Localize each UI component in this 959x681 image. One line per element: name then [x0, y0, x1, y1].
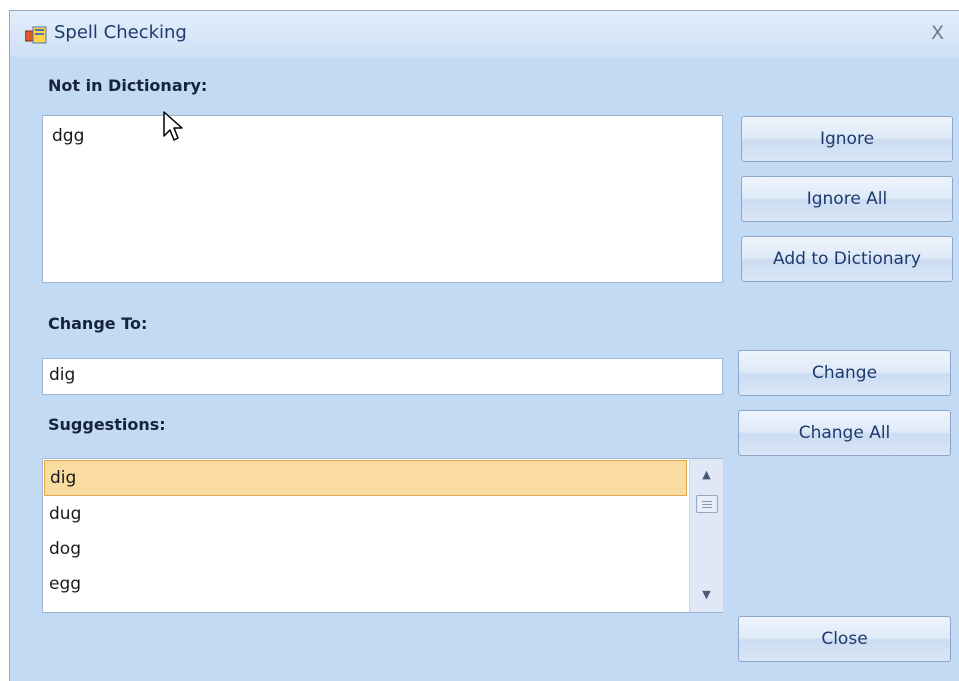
change-to-value: dig	[49, 365, 76, 385]
suggestions-label: Suggestions:	[48, 415, 166, 434]
triangle-down-icon[interactable]: ▼	[690, 583, 723, 607]
not-in-dictionary-label: Not in Dictionary:	[48, 76, 208, 95]
ignore-button[interactable]: Ignore	[741, 116, 953, 162]
close-button[interactable]: Close	[738, 616, 951, 662]
suggestion-item[interactable]: dog	[44, 532, 687, 568]
scroll-thumb[interactable]	[696, 495, 718, 513]
suggestion-item[interactable]: egg	[44, 567, 687, 603]
not-in-dictionary-value: dgg	[52, 126, 85, 146]
suggestions-scrollbar[interactable]: ▲ ▼	[689, 459, 723, 612]
not-in-dictionary-textbox[interactable]: dgg	[42, 115, 723, 283]
spell-check-app-icon	[25, 26, 47, 44]
change-to-label: Change To:	[48, 314, 148, 333]
window-title: Spell Checking	[54, 22, 187, 43]
grip-line	[702, 504, 712, 505]
mouse-pointer-icon	[163, 111, 183, 141]
suggestions-listbox[interactable]: dig dug dog egg ▲ ▼	[42, 458, 723, 613]
grip-line	[702, 507, 712, 508]
change-button[interactable]: Change	[738, 350, 951, 396]
change-to-input[interactable]: dig	[42, 358, 723, 395]
triangle-up-icon[interactable]: ▲	[690, 463, 723, 487]
suggestion-item-selected[interactable]: dig	[44, 460, 687, 496]
close-icon[interactable]: X	[931, 22, 944, 44]
suggestion-item[interactable]: dug	[44, 497, 687, 533]
spell-checking-dialog: Spell Checking X Not in Dictionary: dgg …	[9, 10, 959, 681]
ignore-all-button[interactable]: Ignore All	[741, 176, 953, 222]
grip-line	[702, 501, 712, 502]
add-to-dictionary-button[interactable]: Add to Dictionary	[741, 236, 953, 282]
title-bar: Spell Checking X	[10, 11, 959, 57]
change-all-button[interactable]: Change All	[738, 410, 951, 456]
